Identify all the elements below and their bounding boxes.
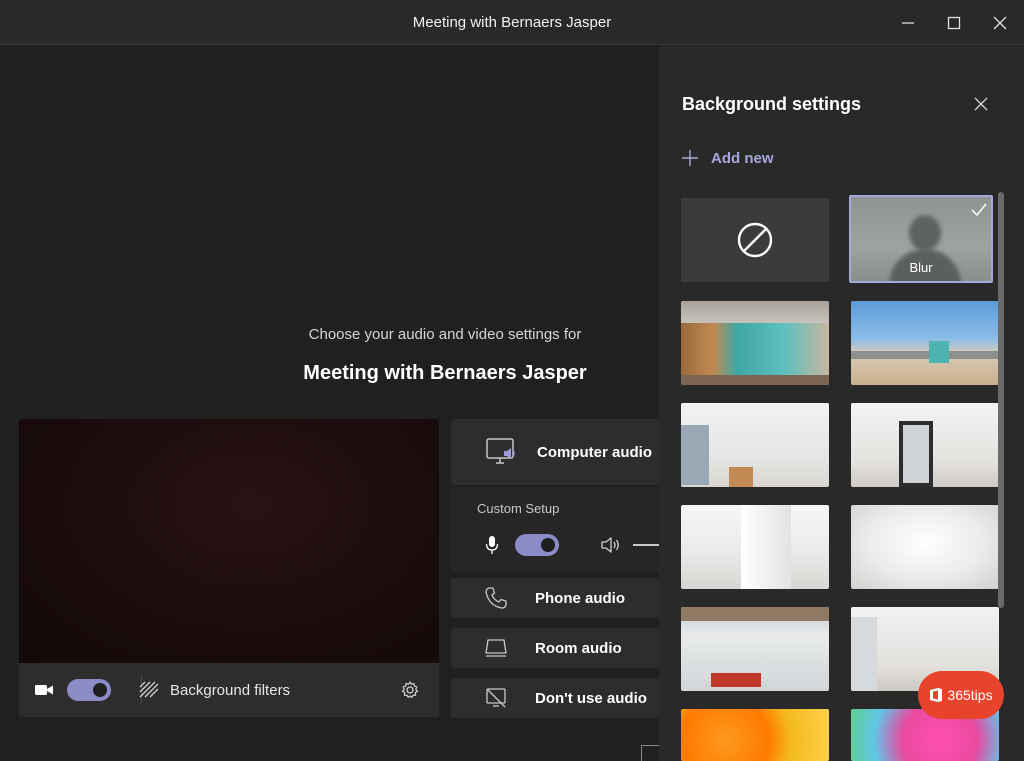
camera-icon [34,663,54,717]
background-filters-button[interactable]: Background filters [139,663,339,717]
close-panel-button[interactable] [969,92,993,116]
background-office-lockers-tile[interactable] [681,301,829,385]
gear-icon [401,681,419,699]
no-audio-icon [485,687,507,714]
camera-toggle[interactable] [67,679,111,701]
computer-audio-label: Computer audio [537,444,652,461]
background-white-room-1-tile[interactable] [681,403,829,487]
background-settings-panel: Background settings Add new Blur [659,46,1024,761]
device-settings-button[interactable] [400,663,420,717]
background-orange-balls-tile[interactable] [681,709,829,761]
background-office-windows-tile[interactable] [681,607,829,691]
background-settings-title: Background settings [682,94,862,114]
maximize-icon [947,16,961,30]
phone-audio-label: Phone audio [535,590,625,607]
background-none-tile[interactable] [681,198,829,282]
title-bar: Meeting with Bernaers Jasper [0,0,1024,45]
background-white-loft-tile[interactable] [681,505,829,589]
blurred-person-head [909,215,941,251]
plus-icon [682,150,698,166]
computer-audio-icon [486,437,518,474]
close-icon [993,16,1007,30]
dont-use-audio-label: Don't use audio [535,690,647,707]
window-title: Meeting with Bernaers Jasper [412,14,612,31]
custom-setup-label: Custom Setup [477,501,560,516]
office-red-chairs [711,673,761,687]
background-white-studio-tile[interactable] [851,505,999,589]
office-ceiling [681,301,829,323]
background-blur-tile[interactable]: Blur [849,195,993,283]
background-white-room-mirror-tile[interactable] [851,403,999,487]
room-audio-label: Room audio [535,640,622,657]
lifeguard-tower [929,341,949,363]
background-list-scrollbar[interactable] [998,192,1004,608]
phone-icon [484,586,508,615]
background-beach-lifeguard-tile[interactable] [851,301,999,385]
watermark-text: 365tips [947,687,993,703]
minimize-icon [902,22,914,24]
room-audio-icon [484,637,508,664]
choose-settings-text: Choose your audio and video settings for [308,326,582,343]
custom-setup-panel [451,487,659,573]
office-floor [681,375,829,385]
room-window [851,617,877,691]
close-icon [974,97,988,111]
background-filters-label: Background filters [170,681,291,699]
room-window [681,425,709,485]
blur-label: Blur [909,260,933,275]
loft-light [741,505,791,589]
no-background-icon [737,222,773,258]
add-new-label: Add new [711,149,774,167]
hidden-control-edge [641,745,659,761]
add-new-button[interactable]: Add new [681,146,774,170]
room-mirror [899,421,933,487]
meeting-title: Meeting with Bernaers Jasper [303,362,587,384]
minimize-button[interactable] [893,8,923,38]
office-beams [681,607,829,621]
maximize-button[interactable] [939,8,969,38]
microphone-icon [485,535,499,560]
room-furniture [729,467,753,487]
close-button[interactable] [985,8,1015,38]
checkmark-icon [971,203,987,217]
background-filters-icon [139,681,159,698]
office-logo-icon [930,688,943,702]
video-preview-panel: Background filters [19,419,439,717]
speaker-icon [600,536,622,559]
watermark-badge: 365tips [918,671,1004,719]
video-preview [19,419,439,663]
beach-palms [851,351,999,359]
video-controls: Background filters [19,663,439,717]
speaker-volume-slider[interactable] [633,544,659,546]
microphone-toggle[interactable] [515,534,559,556]
